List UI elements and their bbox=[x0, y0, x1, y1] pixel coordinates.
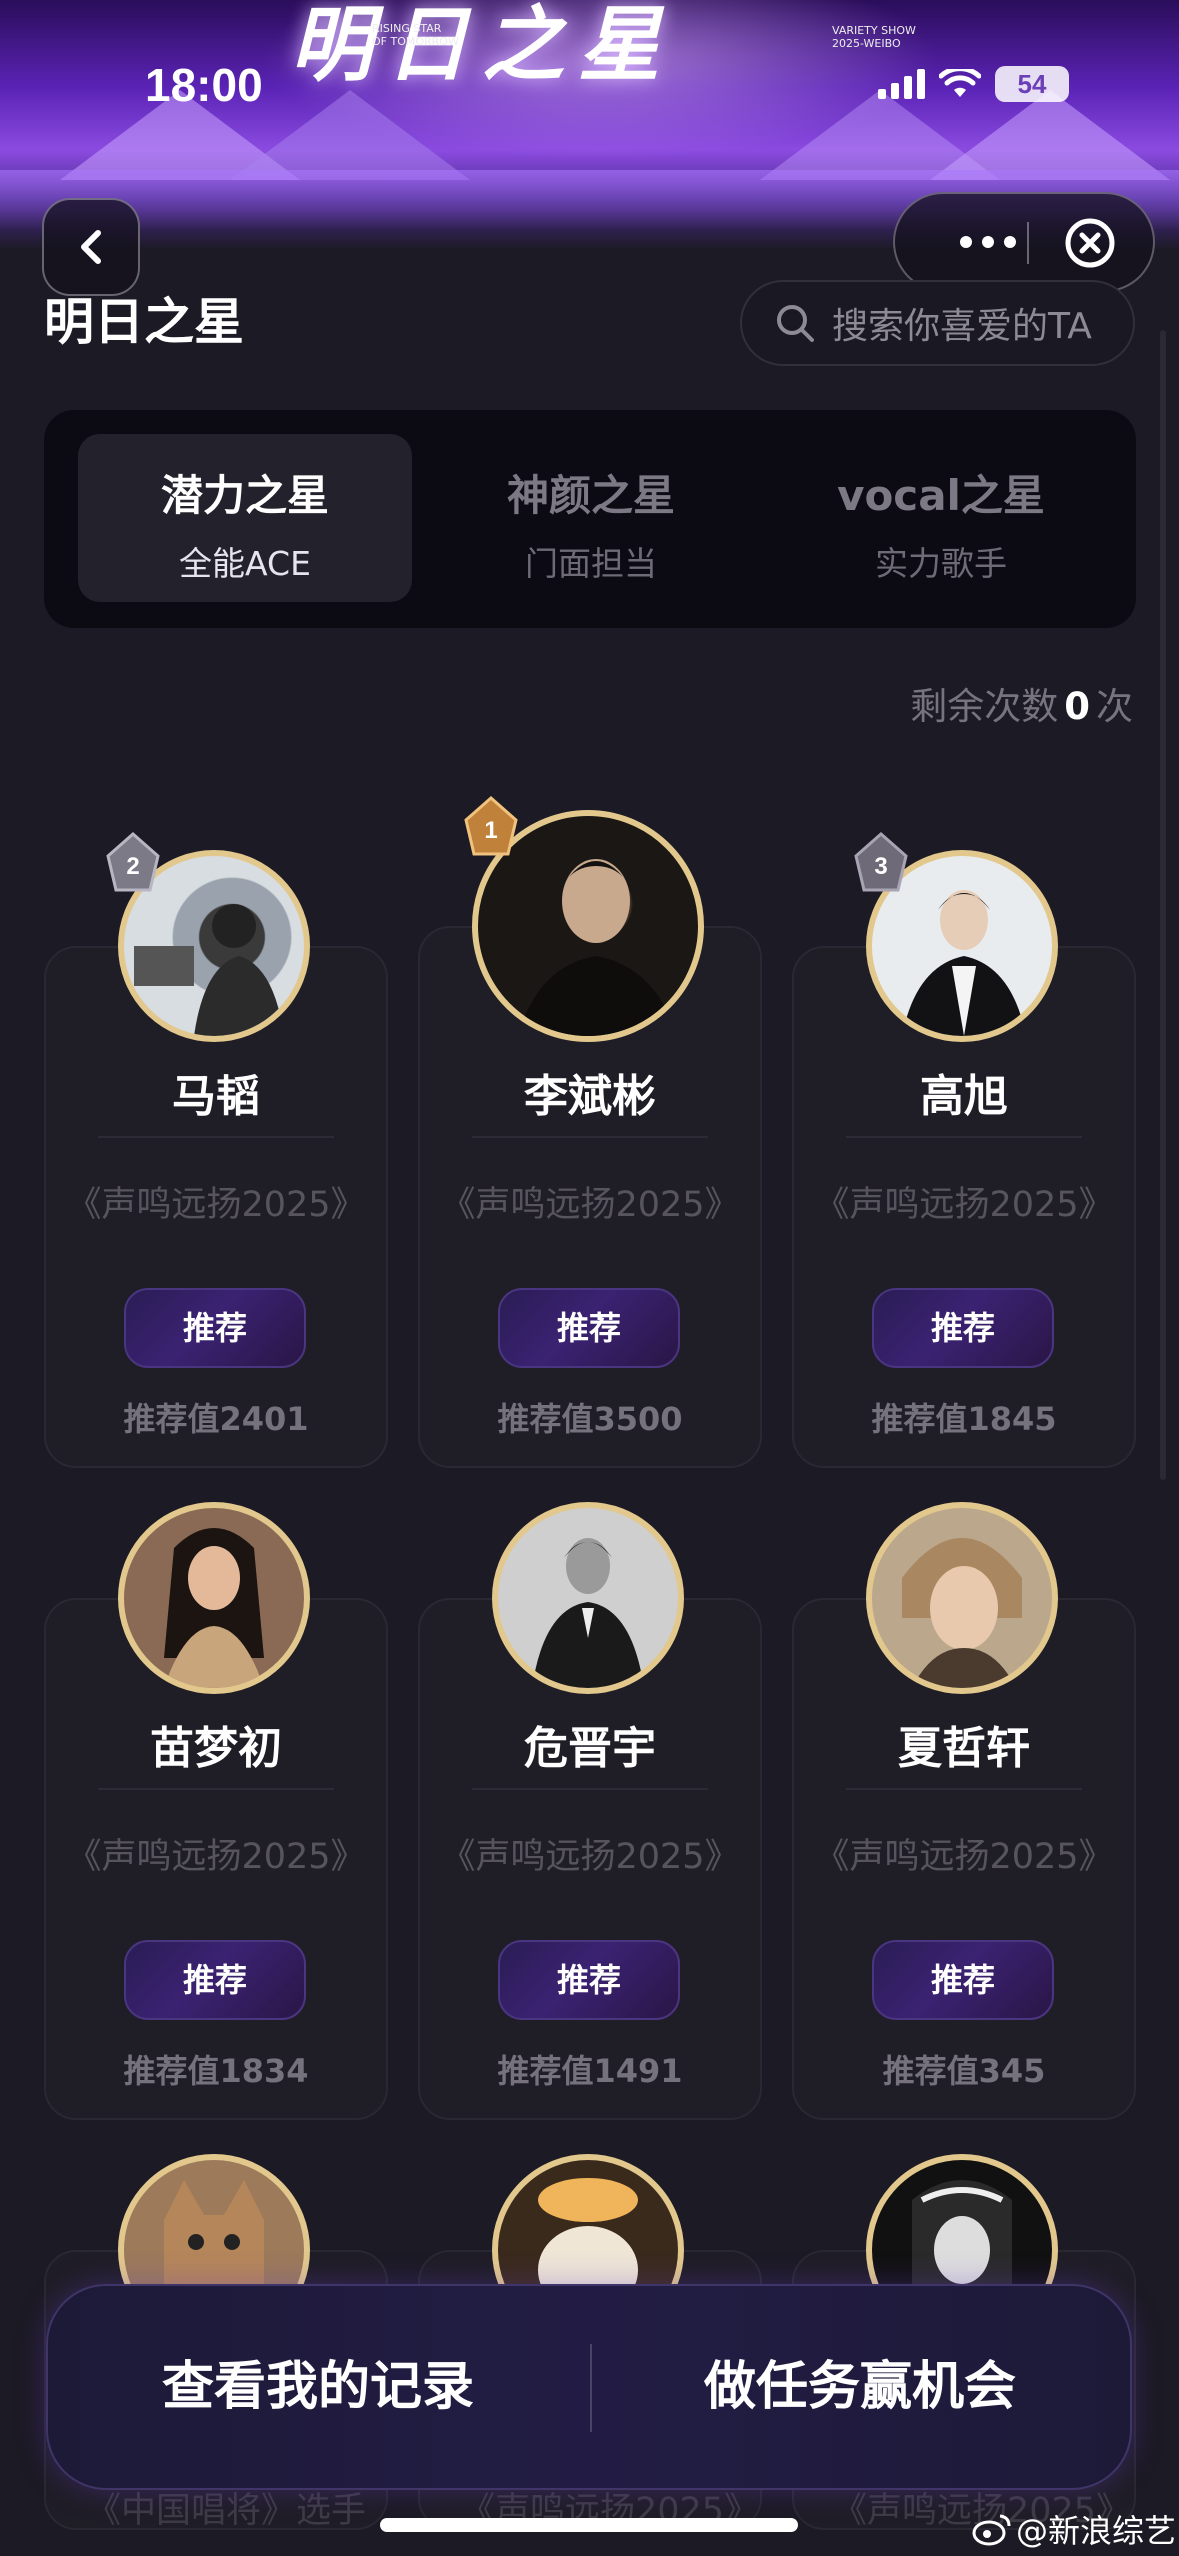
tab-title: vocal之星 bbox=[837, 471, 1045, 520]
page-title: 明日之星 bbox=[44, 293, 244, 351]
banner-sub-right: VARIETY SHOW 2025-WEIBO bbox=[832, 24, 916, 50]
recommend-button[interactable]: 推荐 bbox=[498, 1288, 680, 1368]
search-icon bbox=[777, 305, 814, 342]
candidate-name: 李斌彬 bbox=[524, 1071, 656, 1122]
wifi-icon bbox=[939, 69, 981, 97]
candidate-show: 《声鸣远扬2025》 bbox=[440, 1837, 740, 1877]
capsule-divider bbox=[1027, 222, 1029, 264]
candidate-show: 《声鸣远扬2025》 bbox=[814, 1185, 1114, 1225]
candidate-show: 《声鸣远扬2025》 bbox=[66, 1185, 366, 1225]
scrollbar[interactable] bbox=[1160, 330, 1166, 1480]
rank-badge-gold-icon: 1 bbox=[464, 796, 518, 856]
candidate-name: 苗梦初 bbox=[150, 1723, 282, 1774]
cellular-signal-icon bbox=[878, 69, 925, 99]
candidate-show: 《声鸣远扬2025》 bbox=[440, 1185, 740, 1225]
recommend-button[interactable]: 推荐 bbox=[124, 1288, 306, 1368]
rank-badge-silver-icon: 2 bbox=[106, 832, 160, 892]
tab-vocal-star[interactable]: vocal之星 实力歌手 bbox=[774, 434, 1108, 602]
tab-subtitle: 实力歌手 bbox=[875, 544, 1007, 583]
candidate-name: 马韬 bbox=[172, 1071, 260, 1122]
tab-subtitle: 门面担当 bbox=[525, 544, 657, 583]
status-time: 18:00 bbox=[145, 59, 263, 111]
recommend-button[interactable]: 推荐 bbox=[498, 1940, 680, 2020]
person-photo bbox=[532, 1538, 644, 1688]
category-tabs: 潜力之星 全能ACE 神颜之星 门面担当 vocal之星 实力歌手 bbox=[44, 410, 1136, 628]
recommend-score: 推荐值345 bbox=[882, 2052, 1046, 2090]
watermark: @新浪综艺 bbox=[972, 2506, 1176, 2552]
remaining-votes: 剩余次数 0 次 bbox=[910, 685, 1133, 728]
svg-text:2: 2 bbox=[126, 853, 139, 880]
recommend-score: 推荐值2401 bbox=[123, 1400, 309, 1438]
more-dots-icon bbox=[960, 236, 972, 248]
candidate-show: 《声鸣远扬2025》 bbox=[814, 1837, 1114, 1877]
banner-logo: 明日之星 bbox=[290, 0, 674, 93]
mini-program-capsule bbox=[893, 192, 1155, 292]
candidate-avatar[interactable] bbox=[492, 1502, 684, 1694]
status-icons: 54 bbox=[878, 66, 1069, 102]
banner-mountain bbox=[930, 90, 1170, 180]
recommend-button[interactable]: 推荐 bbox=[872, 1940, 1054, 2020]
recommend-score: 推荐值1834 bbox=[123, 2052, 309, 2090]
view-my-records-button[interactable]: 查看我的记录 bbox=[48, 2286, 588, 2488]
remaining-count: 0 bbox=[1064, 685, 1090, 728]
tab-potential-star[interactable]: 潜力之星 全能ACE bbox=[78, 434, 412, 602]
recommend-score: 推荐值1491 bbox=[497, 2052, 683, 2090]
banner-mountain bbox=[230, 90, 470, 180]
tab-title: 神颜之星 bbox=[506, 471, 675, 520]
bottom-action-bar: 查看我的记录 做任务赢机会 bbox=[46, 2284, 1132, 2490]
tab-visual-star[interactable]: 神颜之星 门面担当 bbox=[424, 434, 758, 602]
recommend-button[interactable]: 推荐 bbox=[124, 1940, 306, 2020]
svg-text:1: 1 bbox=[484, 817, 497, 844]
search-input[interactable]: 搜索你喜爱的TA bbox=[740, 280, 1135, 366]
person-photo bbox=[902, 1538, 1022, 1688]
candidate-name: 高旭 bbox=[920, 1071, 1008, 1122]
svg-text:3: 3 bbox=[874, 853, 887, 880]
candidate-name: 夏哲轩 bbox=[898, 1723, 1030, 1774]
close-icon[interactable] bbox=[1063, 216, 1117, 270]
candidate-avatar[interactable] bbox=[866, 1502, 1058, 1694]
recommend-button[interactable]: 推荐 bbox=[872, 1288, 1054, 1368]
tab-subtitle: 全能ACE bbox=[179, 544, 311, 583]
candidate-avatar[interactable] bbox=[118, 1502, 310, 1694]
tab-title: 潜力之星 bbox=[160, 471, 329, 520]
rank-badge-bronze-icon: 3 bbox=[854, 832, 908, 892]
search-placeholder: 搜索你喜爱的TA bbox=[832, 306, 1092, 347]
banner-sub-left: RISING STAR OF TOMORROW bbox=[372, 22, 459, 48]
person-photo bbox=[164, 1528, 264, 1688]
candidate-show: 《声鸣远扬2025》 bbox=[66, 1837, 366, 1877]
weibo-logo-icon bbox=[972, 2514, 1011, 2546]
recommend-score: 推荐值3500 bbox=[497, 1400, 683, 1438]
battery-indicator: 54 bbox=[995, 66, 1069, 102]
home-indicator[interactable] bbox=[380, 2518, 798, 2532]
recommend-score: 推荐值1845 bbox=[871, 1400, 1057, 1438]
do-tasks-button[interactable]: 做任务赢机会 bbox=[590, 2286, 1130, 2488]
chevron-left-icon bbox=[81, 230, 101, 264]
candidate-name: 危晋宇 bbox=[524, 1723, 656, 1774]
